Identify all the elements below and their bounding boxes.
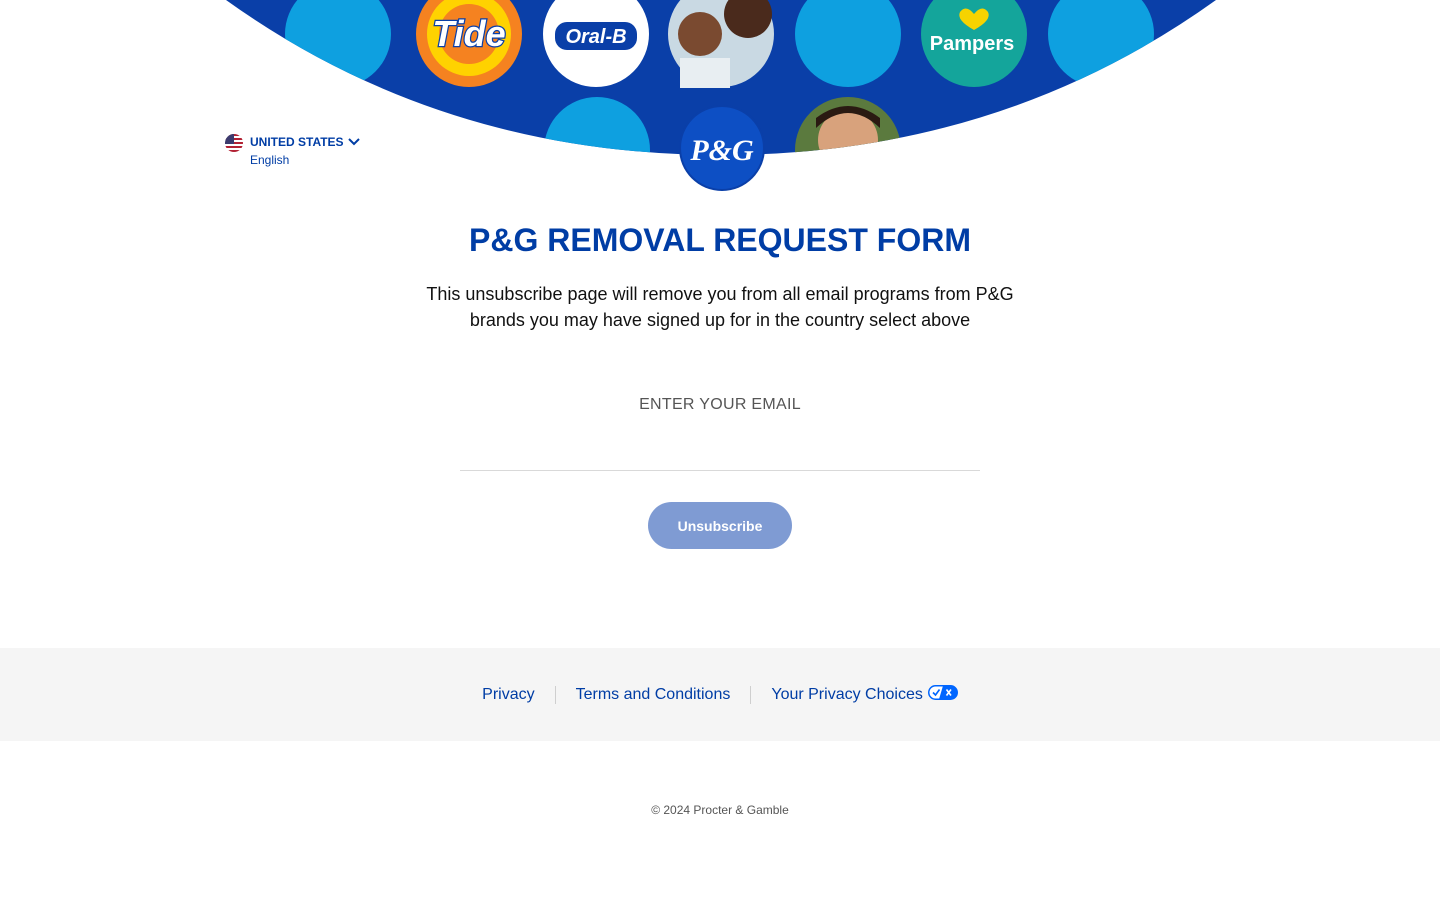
country-name: UNITED STATES — [250, 135, 344, 149]
footer-links-bar: Privacy Terms and Conditions Your Privac… — [0, 648, 1440, 741]
privacy-options-icon — [927, 684, 958, 705]
language-label: English — [250, 153, 290, 167]
chevron-down-icon — [347, 134, 360, 151]
privacy-choices-link[interactable]: Your Privacy Choices — [771, 684, 958, 705]
decor-circle — [544, 97, 650, 155]
page-description: This unsubscribe page will remove you fr… — [426, 284, 1014, 330]
copyright-text: © 2024 Procter & Gamble — [651, 803, 789, 817]
us-flag-icon — [225, 134, 243, 152]
brand-collage: Tide Oral-B Pampers P&G — [226, 0, 1216, 191]
divider — [750, 685, 752, 704]
terms-link[interactable]: Terms and Conditions — [576, 686, 731, 704]
child-photo — [795, 97, 901, 155]
pg-logo: P&G — [679, 105, 765, 191]
svg-text:Oral-B: Oral-B — [565, 26, 626, 48]
divider — [554, 685, 556, 704]
svg-text:Tide: Tide — [432, 13, 505, 54]
header-banner: Tide Oral-B Pampers P&G — [0, 0, 1440, 200]
unsubscribe-button[interactable]: Unsubscribe — [648, 502, 792, 549]
svg-text:Pampers: Pampers — [930, 33, 1015, 55]
svg-text:P&G: P&G — [689, 134, 754, 167]
email-input[interactable] — [460, 430, 980, 471]
page-title: P&G REMOVAL REQUEST FORM — [469, 222, 971, 258]
email-label: ENTER YOUR EMAIL — [639, 396, 801, 413]
page: Tide Oral-B Pampers P&G UNITED STATES En… — [0, 0, 1440, 900]
privacy-link[interactable]: Privacy — [482, 686, 534, 704]
country-selector[interactable]: UNITED STATES English — [225, 134, 360, 169]
privacy-choices-label: Your Privacy Choices — [771, 685, 923, 703]
